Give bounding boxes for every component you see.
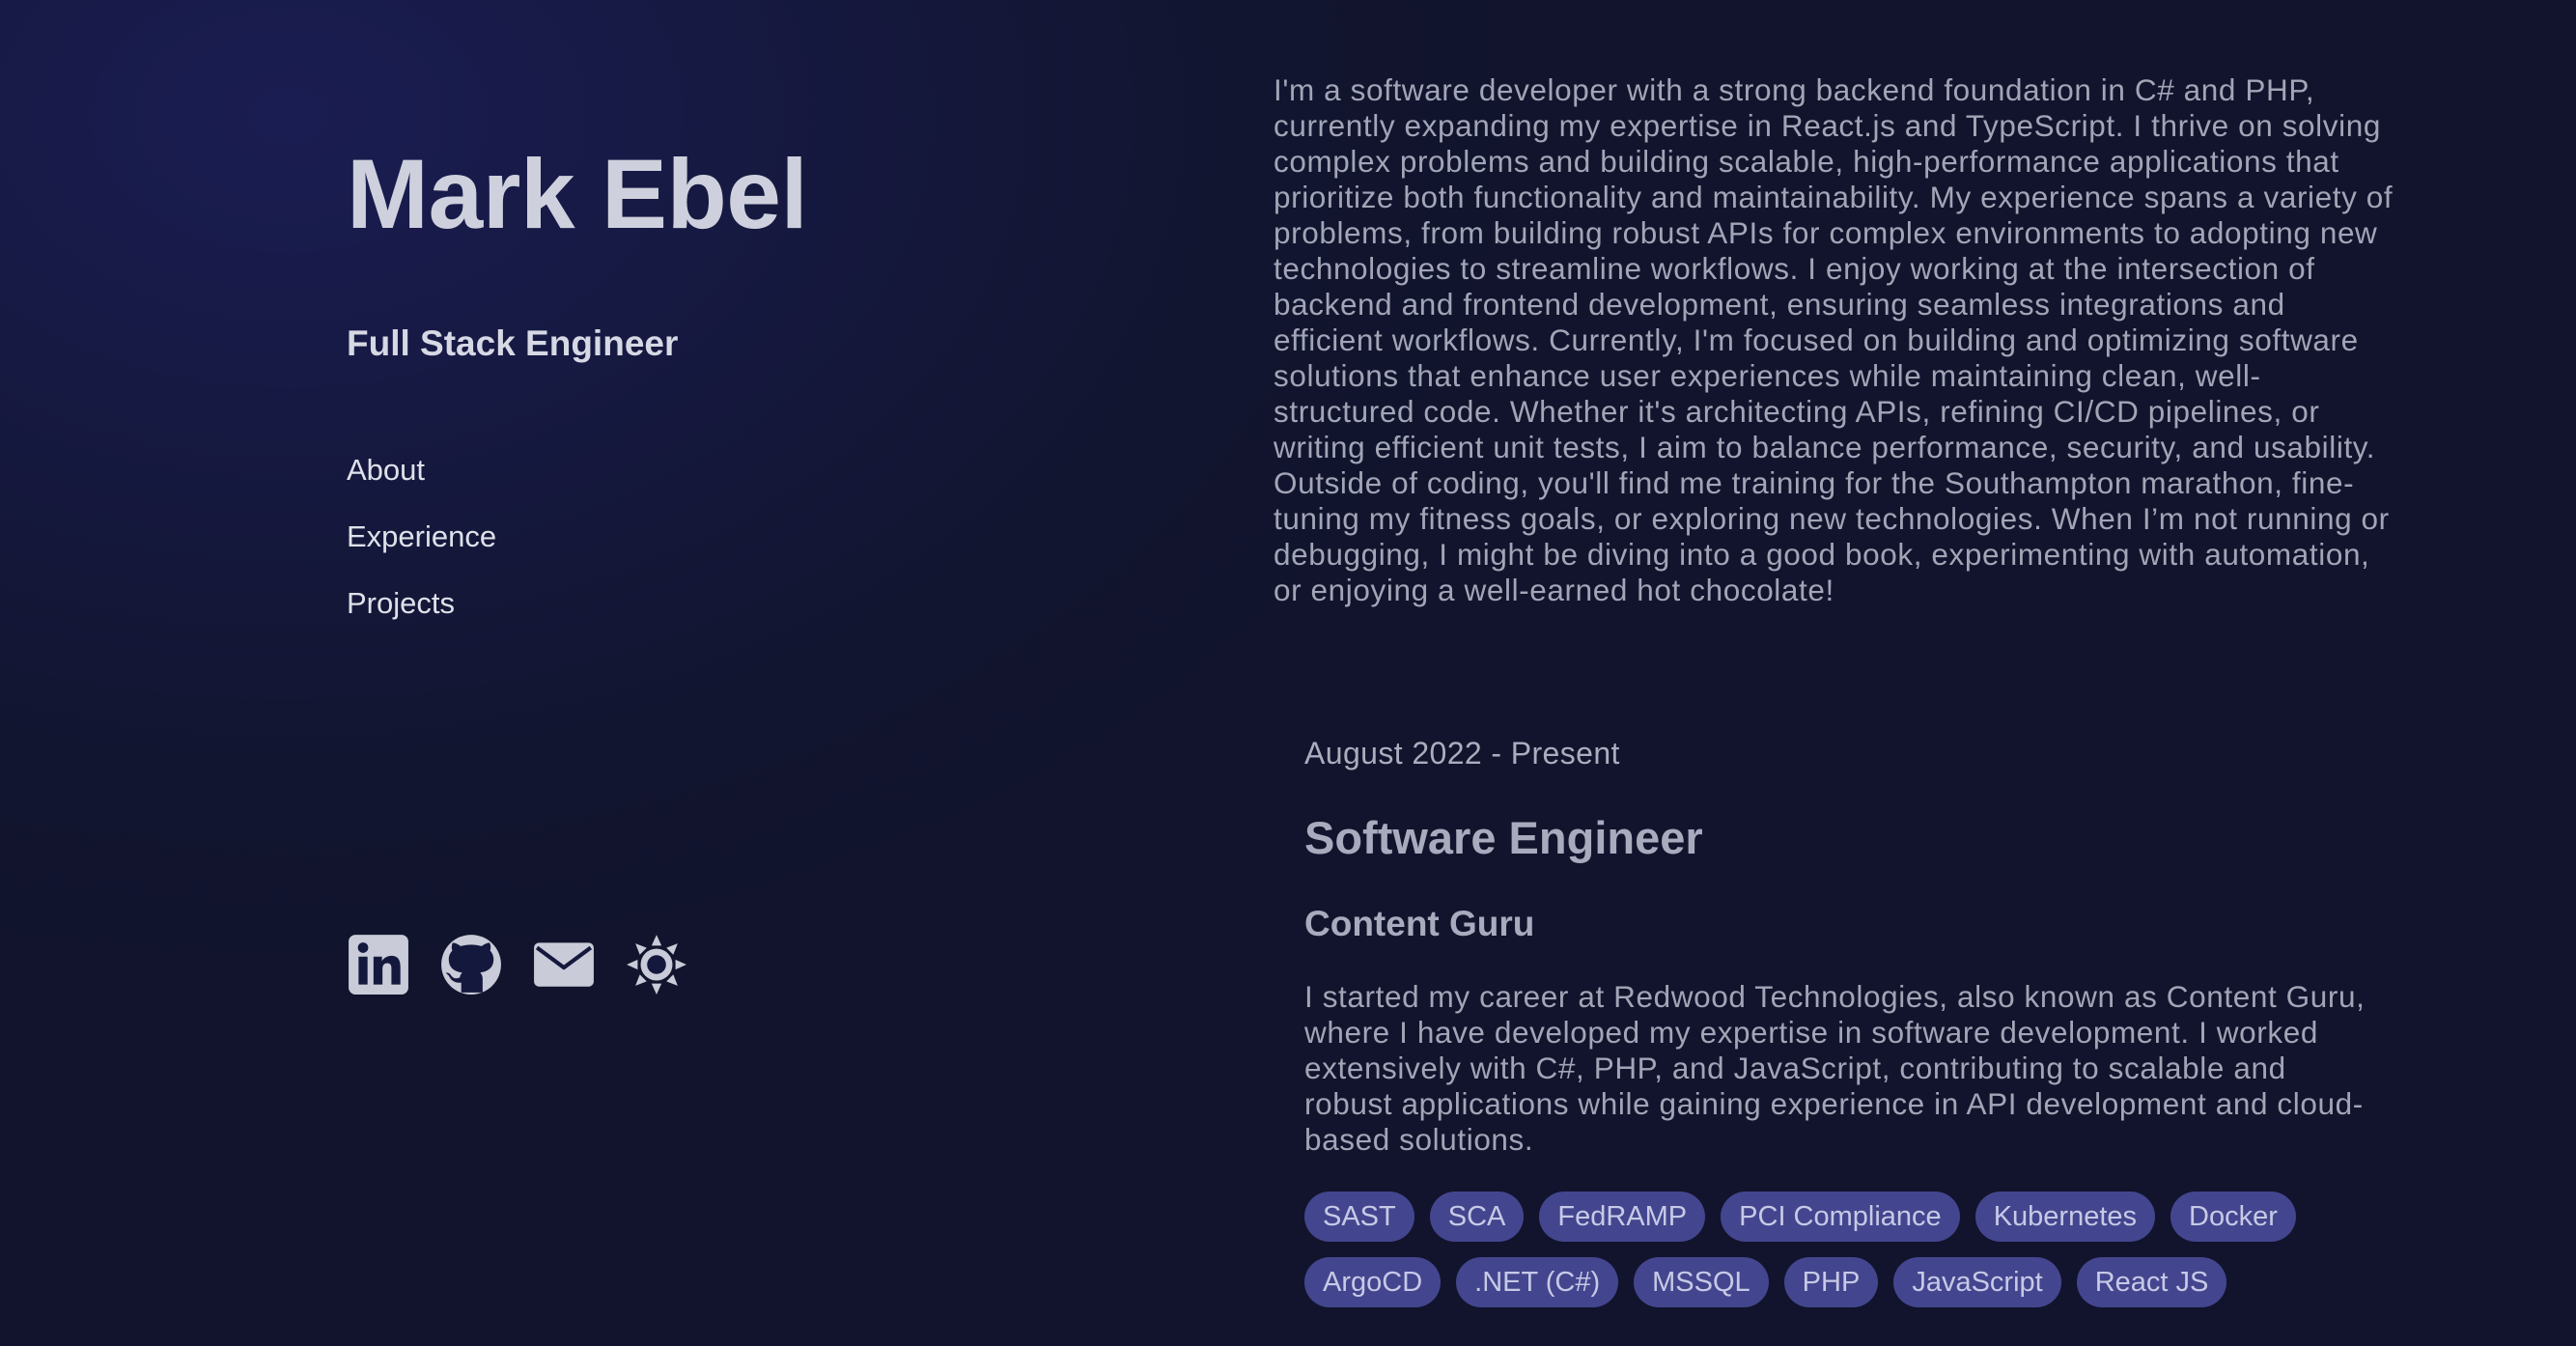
profile-role: Full Stack Engineer (347, 323, 679, 363)
tech-tag: SAST (1304, 1192, 1414, 1242)
job-title: Software Engineer (1304, 812, 1703, 863)
experience-card[interactable]: August 2022 - Present Software Engineer … (1304, 734, 2366, 1307)
tech-tag: JavaScript (1893, 1257, 2061, 1307)
section-nav: About Experience Projects (347, 451, 496, 651)
tech-tag: Docker (2170, 1192, 2296, 1242)
mail-icon[interactable] (532, 933, 596, 996)
nav-item-about[interactable]: About (347, 451, 496, 518)
tech-tag: React JS (2076, 1257, 2227, 1307)
job-date: August 2022 - Present (1304, 736, 1620, 771)
job-company: Content Guru (1304, 904, 1535, 943)
nav-item-experience[interactable]: Experience (347, 518, 496, 584)
tech-tag: PHP (1783, 1257, 1879, 1307)
sidebar: Mark Ebel Full Stack Engineer About Expe… (347, 0, 1080, 1346)
linkedin-icon[interactable] (347, 933, 410, 996)
tech-tag: MSSQL (1634, 1257, 1769, 1307)
tech-tag: Kubernetes (1974, 1192, 2156, 1242)
tech-tag: PCI Compliance (1721, 1192, 1960, 1242)
tech-tag: .NET (C#) (1456, 1257, 1619, 1307)
main-content: I'm a software developer with a strong b… (1274, 0, 2394, 1346)
github-icon[interactable] (439, 933, 503, 996)
tech-tags: SAST SCA FedRAMP PCI Compliance Kubernet… (1304, 1192, 2366, 1307)
profile-name: Mark Ebel (347, 139, 808, 249)
nav-item-projects[interactable]: Projects (347, 584, 496, 651)
about-text: I'm a software developer with a strong b… (1274, 72, 2394, 607)
tech-tag: SCA (1429, 1192, 1525, 1242)
social-links (347, 933, 688, 996)
job-description: I started my career at Redwood Technolog… (1304, 979, 2366, 1157)
tech-tag: FedRAMP (1539, 1192, 1706, 1242)
theme-toggle-sun-icon[interactable] (625, 933, 688, 996)
tech-tag: ArgoCD (1304, 1257, 1442, 1307)
